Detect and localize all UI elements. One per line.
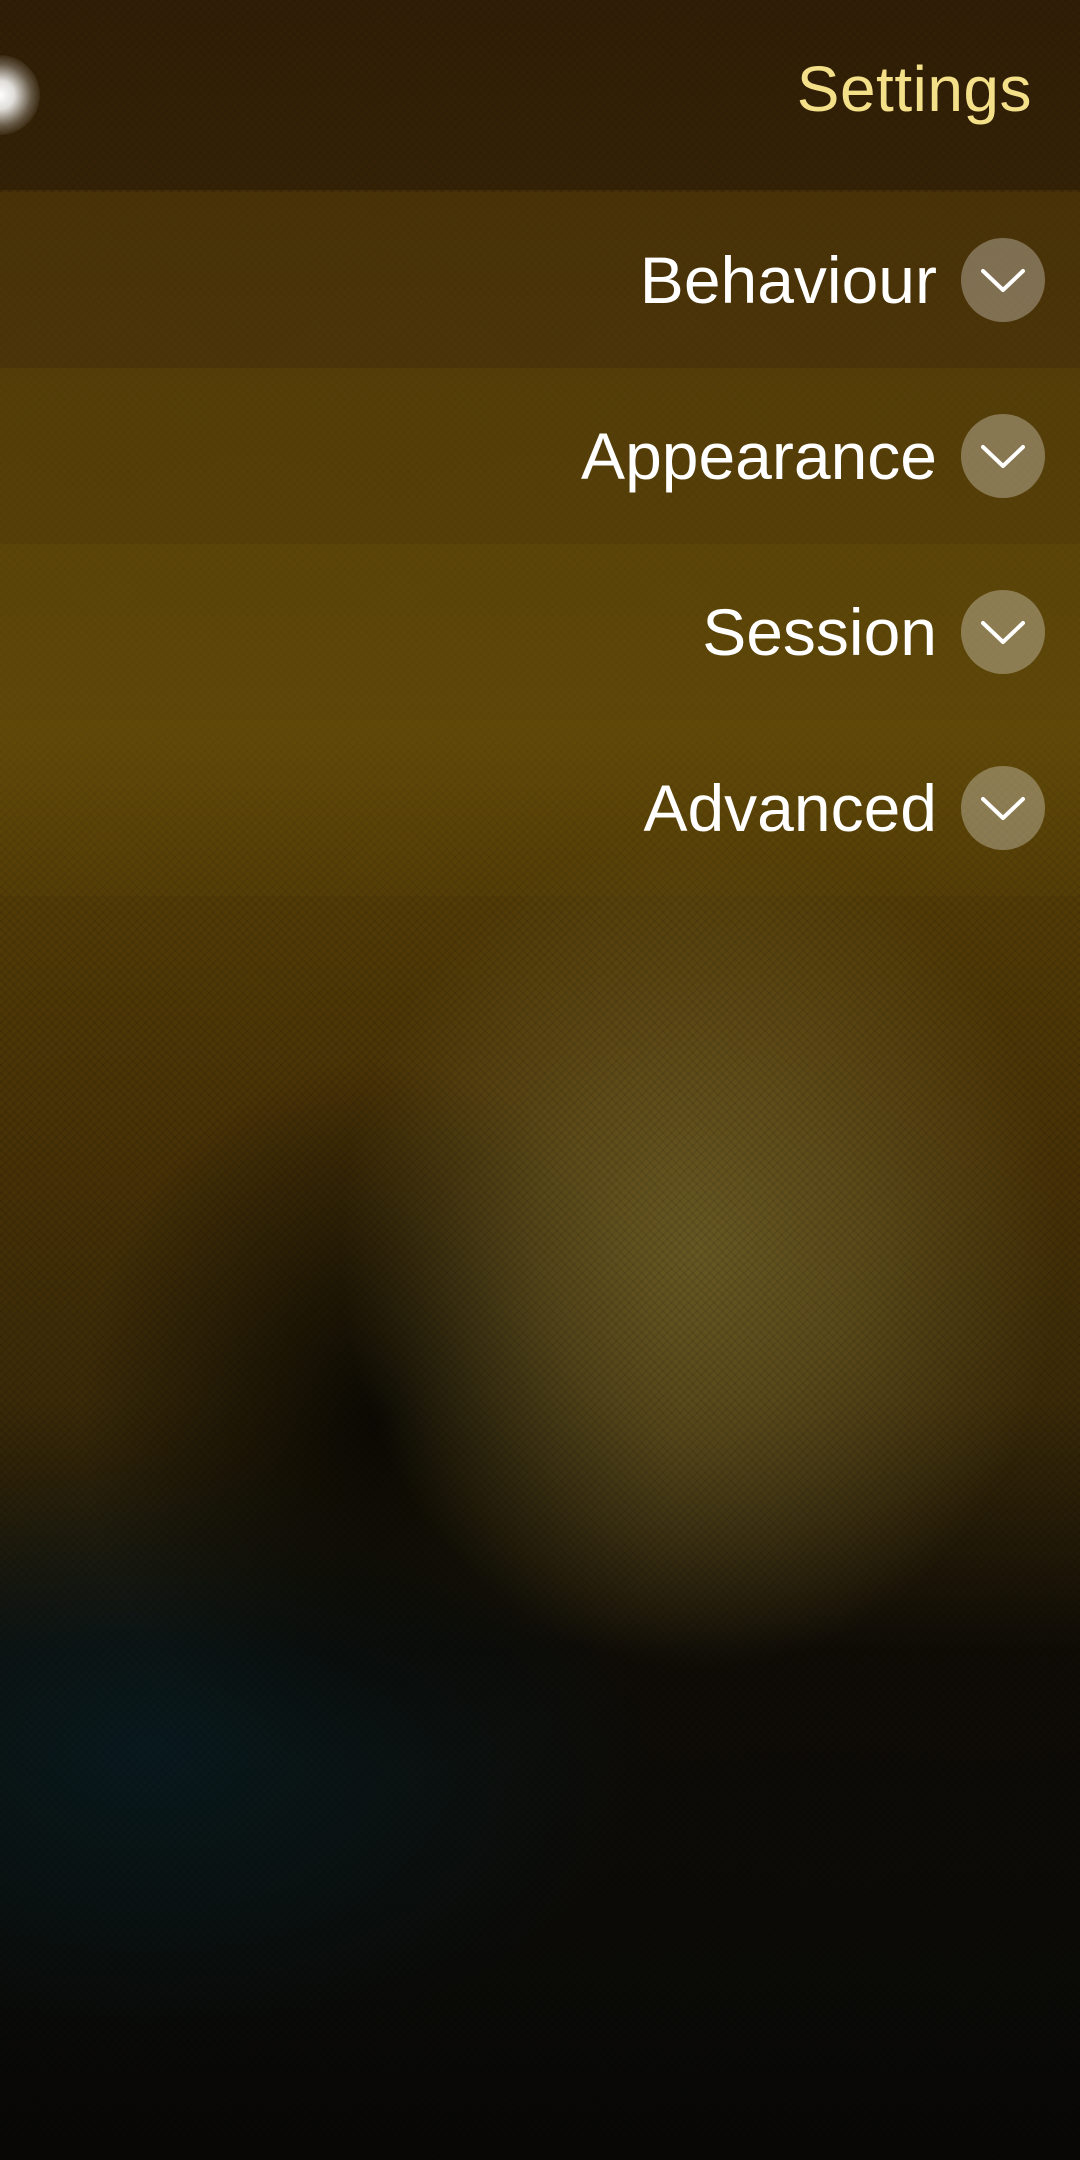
section-label: Behaviour bbox=[639, 243, 937, 317]
section-label: Session bbox=[702, 595, 937, 669]
chevron-down-icon bbox=[981, 445, 1025, 468]
chevron-down-icon bbox=[981, 797, 1025, 820]
settings-screen: Settings Behaviour Appearance Session Ad… bbox=[0, 0, 1080, 2160]
section-appearance[interactable]: Appearance bbox=[0, 368, 1080, 544]
section-advanced[interactable]: Advanced bbox=[0, 720, 1080, 896]
expand-button[interactable] bbox=[961, 414, 1045, 498]
section-behaviour[interactable]: Behaviour bbox=[0, 192, 1080, 368]
chevron-down-icon bbox=[981, 269, 1025, 292]
expand-button[interactable] bbox=[961, 766, 1045, 850]
section-session[interactable]: Session bbox=[0, 544, 1080, 720]
pulley-menu-indicator[interactable] bbox=[0, 55, 40, 135]
section-label: Advanced bbox=[643, 771, 937, 845]
page-header: Settings bbox=[0, 0, 1080, 190]
expand-button[interactable] bbox=[961, 590, 1045, 674]
section-label: Appearance bbox=[581, 419, 937, 493]
expand-button[interactable] bbox=[961, 238, 1045, 322]
chevron-down-icon bbox=[981, 621, 1025, 644]
page-title: Settings bbox=[796, 53, 1032, 125]
